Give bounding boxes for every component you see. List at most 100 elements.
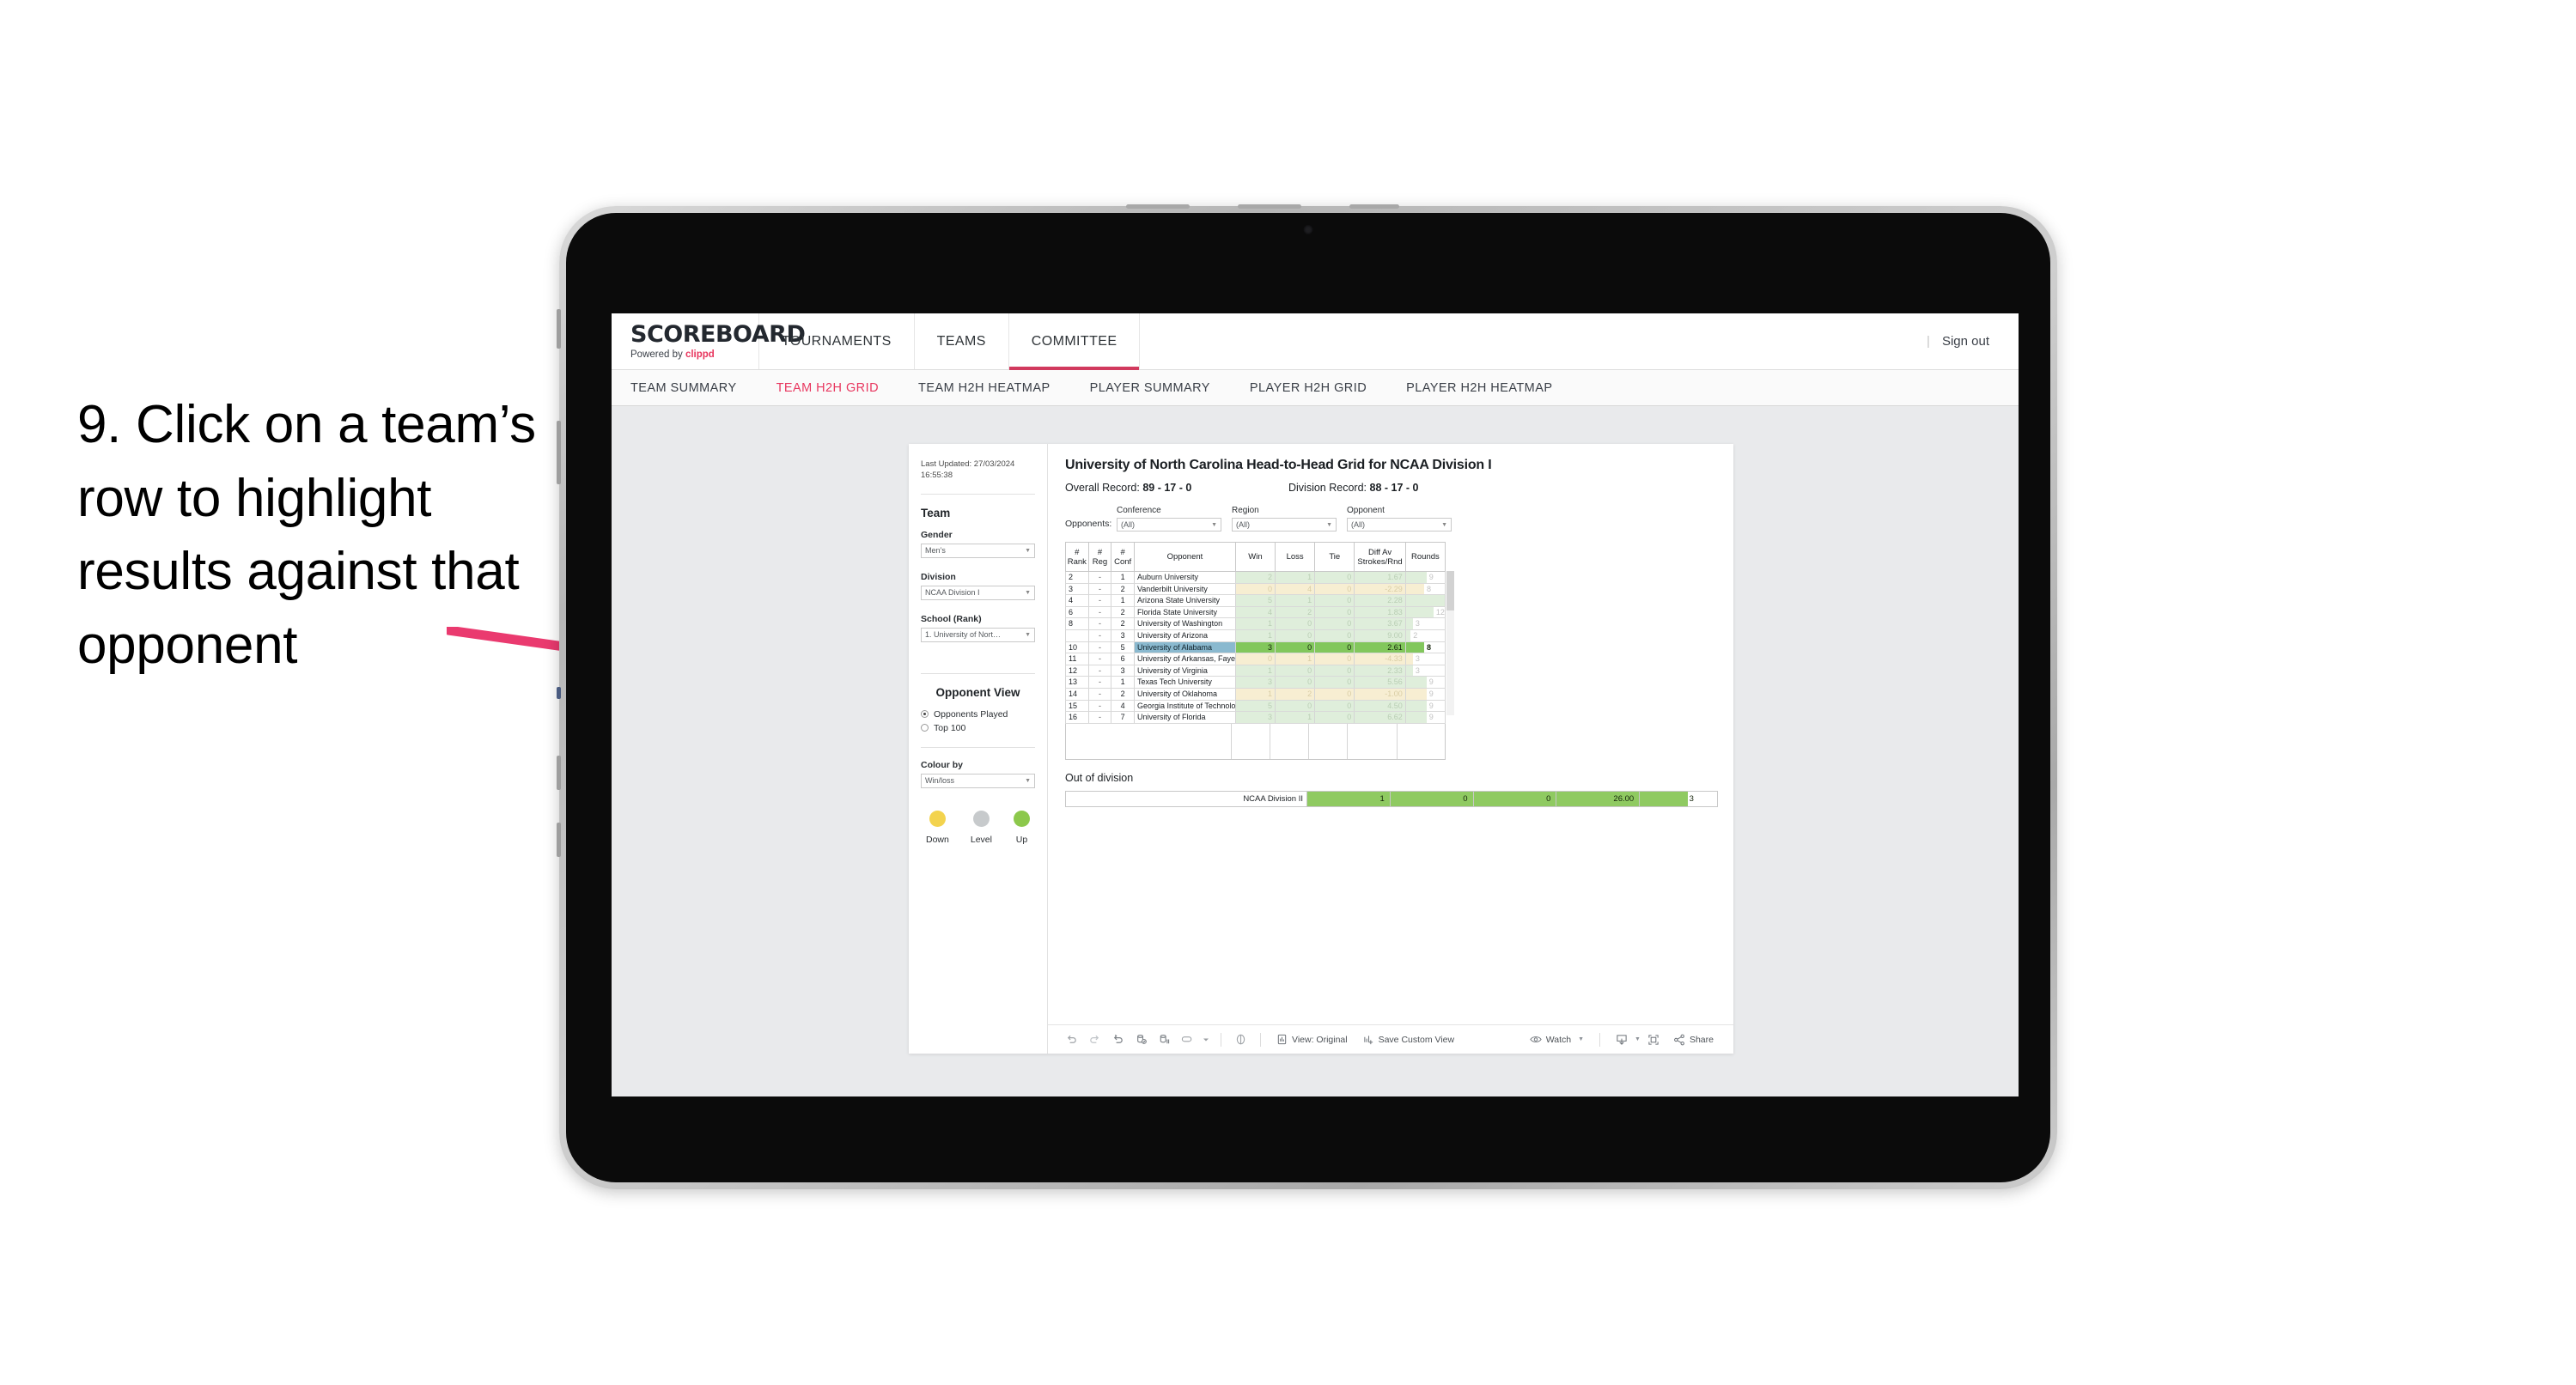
rounds-value: 9: [1428, 713, 1434, 722]
table-row[interactable]: 11-6University of Arkansas, Fayetteville…: [1065, 653, 1446, 665]
cell-tie: 0: [1314, 700, 1355, 713]
subtab-player-summary[interactable]: PLAYER SUMMARY: [1090, 381, 1231, 395]
table-row[interactable]: 12-3 University of Virginia 1 0 0 2.33 3: [1065, 665, 1446, 677]
opponent-filter-select[interactable]: (All) ▼: [1347, 518, 1452, 532]
chevron-down-icon: ▼: [1211, 521, 1217, 528]
cell-loss: 2: [1275, 606, 1316, 619]
nav-tab-committee[interactable]: COMMITTEE: [1008, 313, 1141, 370]
table-row[interactable]: 13-1 Texas Tech University 3 0 0 5.56 9: [1065, 676, 1446, 689]
table-row[interactable]: 16-7 University of Florida 3 1 0 6.62 9: [1065, 711, 1446, 724]
conference-filter-select[interactable]: (All) ▼: [1117, 518, 1221, 532]
radio-top-100[interactable]: Top 100: [921, 723, 1035, 733]
rounds-bar: [1406, 665, 1413, 676]
rounds-bar: [1406, 712, 1427, 723]
undo-icon[interactable]: [1060, 1030, 1083, 1049]
subtab-team-h2h-grid[interactable]: TEAM H2H GRID: [776, 381, 899, 395]
app-viewport: SCOREBOARD Powered by clippd TOURNAMENTS…: [612, 313, 2019, 1096]
table-row[interactable]: -3 University of Arizona 1 0 0 9.00 2: [1065, 629, 1446, 642]
powered-by-prefix: Powered by: [630, 349, 683, 360]
cell-reg: -: [1087, 571, 1112, 584]
scrollbar-thumb[interactable]: [1446, 571, 1454, 610]
cell-rank: 3: [1065, 583, 1089, 596]
revert-icon[interactable]: [1106, 1030, 1130, 1049]
toolbar-divider-3: [1599, 1032, 1601, 1047]
cell-rank: [1065, 629, 1089, 642]
legend-item-down: Down: [926, 810, 949, 847]
subscribe-icon[interactable]: [1176, 1030, 1199, 1049]
table-row[interactable]: 15-4 Georgia Institute of Technology 5 0 0 4.…: [1065, 700, 1446, 713]
out-of-division-row[interactable]: NCAA Division II 1 0 0 26.00 3: [1065, 790, 1718, 807]
subtab-team-h2h-heatmap[interactable]: TEAM H2H HEATMAP: [918, 381, 1071, 395]
page-title: University of North Carolina Head-to-Hea…: [1065, 458, 1492, 472]
device-top-button-1: [1126, 204, 1190, 209]
table-row[interactable]: 10-5 University of Alabama 3 0 0 2.61 8: [1065, 641, 1446, 654]
table-row[interactable]: 4-1Arizona State University5102.2817: [1065, 594, 1446, 607]
cell-rounds: 17: [1404, 594, 1446, 607]
gender-value: Men’s: [925, 546, 946, 556]
records-row: Overall Record: 89 - 17 - 0 Division Rec…: [1065, 482, 1718, 494]
cell-rank: 8: [1065, 617, 1089, 630]
fullscreen-icon[interactable]: [1642, 1030, 1666, 1049]
division-select[interactable]: NCAA Division I ▼: [921, 585, 1035, 600]
view-original-button[interactable]: View: Original: [1269, 1034, 1355, 1045]
cell-diff: 3.67: [1354, 617, 1406, 630]
cell-win: 0: [1234, 583, 1276, 596]
device-left-indicator: [557, 687, 561, 699]
ood-loss: 0: [1389, 791, 1473, 806]
region-filter-select[interactable]: (All) ▼: [1232, 518, 1337, 532]
nav-tab-tournaments[interactable]: TOURNAMENTS: [759, 313, 915, 369]
colour-by-value: Win/loss: [925, 776, 955, 786]
radio-opponents-played[interactable]: Opponents Played: [921, 709, 1035, 720]
division-record-label: Division Record:: [1288, 482, 1367, 494]
cell-rank: 16: [1065, 711, 1089, 724]
colour-by-label: Colour by: [921, 759, 963, 770]
cell-rank: 11: [1065, 653, 1089, 665]
grid-vertical-scrollbar[interactable]: [1446, 571, 1454, 715]
cell-rounds: 9: [1404, 700, 1446, 713]
table-row[interactable]: 2-1 Auburn University 2 1 0 1.67 9: [1065, 571, 1446, 584]
pause-icon[interactable]: [1153, 1030, 1176, 1049]
radio-label-top-100: Top 100: [934, 722, 966, 733]
cell-rounds: 3: [1404, 653, 1446, 665]
cell-rank: 14: [1065, 688, 1089, 701]
table-row[interactable]: 8-2 University of Washington 1 0 0 3.67 3: [1065, 617, 1446, 630]
save-custom-view-button[interactable]: Save Custom View: [1355, 1034, 1463, 1045]
rounds-bar: [1406, 700, 1427, 711]
share-button[interactable]: Share: [1666, 1034, 1721, 1046]
colour-by-select[interactable]: Win/loss ▼: [921, 773, 1035, 788]
opponent-filters: Opponents: Conference (All) ▼ Region (Al…: [1065, 506, 1718, 532]
subtab-team-summary[interactable]: TEAM SUMMARY: [630, 381, 758, 395]
table-row[interactable]: 14-2 University of Oklahoma 1 2 0 -1.00 9: [1065, 688, 1446, 701]
signout-area: | Sign out: [1927, 313, 2019, 369]
cell-win: 2: [1234, 571, 1276, 584]
legend-label-level: Level: [970, 834, 992, 845]
device-left-button-1: [557, 309, 561, 349]
overall-record-label: Overall Record:: [1065, 482, 1140, 494]
subtab-player-h2h-heatmap[interactable]: PLAYER H2H HEATMAP: [1406, 381, 1573, 395]
subtab-player-h2h-grid[interactable]: PLAYER H2H GRID: [1250, 381, 1387, 395]
table-row[interactable]: 6-2 Florida State University 4 2 0 1.83 12: [1065, 606, 1446, 619]
school-select[interactable]: 1. University of Nort… ▼: [921, 627, 1035, 642]
conference-filter: Conference (All) ▼: [1117, 506, 1221, 532]
cell-rounds: 9: [1404, 688, 1446, 701]
sign-out-link[interactable]: Sign out: [1942, 334, 1989, 349]
brand-logo[interactable]: SCOREBOARD Powered by clippd: [612, 313, 806, 369]
watch-button[interactable]: Watch ▼: [1522, 1034, 1592, 1045]
tableau-toolbar: View: Original Save Custom View Watch ▼ …: [1048, 1024, 1733, 1054]
device-preview-icon[interactable]: [1229, 1030, 1252, 1049]
redo-icon[interactable]: [1083, 1030, 1106, 1049]
rounds-bar: [1406, 606, 1434, 617]
opponent-view-heading: Opponent View: [935, 685, 1020, 699]
cell-win: 3: [1234, 711, 1276, 724]
chevron-down-icon[interactable]: [1199, 1030, 1213, 1049]
table-row[interactable]: 3-2 Vanderbilt University 0 4 0 -2.29 8: [1065, 583, 1446, 596]
team-section-heading: Team: [921, 506, 951, 519]
refresh-icon[interactable]: [1130, 1030, 1153, 1049]
cell-opponent: Texas Tech University: [1133, 676, 1236, 689]
page-root: 9. Click on a team’s row to highlight re…: [0, 0, 2576, 1385]
signout-divider: |: [1927, 334, 1930, 349]
download-button[interactable]: ▼: [1608, 1034, 1642, 1046]
gender-select[interactable]: Men’s ▼: [921, 543, 1035, 558]
nav-tab-teams[interactable]: TEAMS: [915, 313, 1009, 369]
chevron-down-icon: ▼: [1025, 589, 1031, 596]
